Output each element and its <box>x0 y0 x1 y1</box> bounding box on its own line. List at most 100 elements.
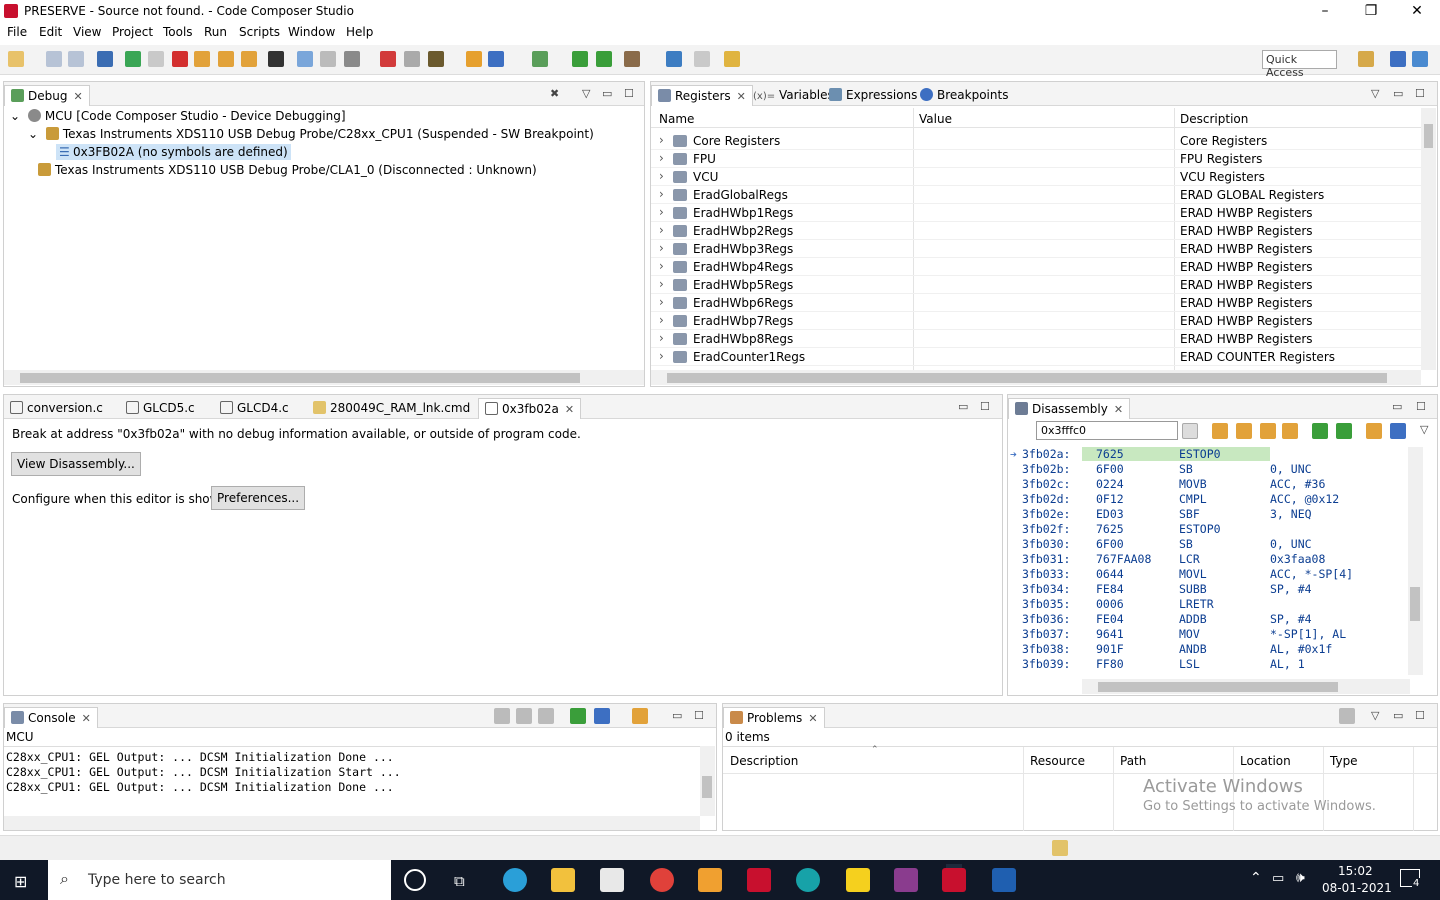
minimize-view-icon[interactable]: ▭ <box>958 400 968 413</box>
link-with-debug-icon[interactable] <box>1212 423 1228 439</box>
load-program-icon[interactable] <box>344 51 360 67</box>
disassembly-line[interactable]: 3fb02f: 7625 ESTOP0 <box>1008 522 1406 537</box>
preferences-button[interactable]: Preferences... <box>211 486 306 510</box>
disassembly-line[interactable]: 3fb035: 0006 LRETR <box>1008 597 1406 612</box>
view-disassembly-button[interactable]: View Disassembly... <box>11 452 141 476</box>
tab-expressions[interactable]: Expressions <box>823 85 923 106</box>
arduino-icon[interactable] <box>796 868 820 892</box>
network-icon[interactable]: ▭ <box>1272 871 1284 886</box>
pin-icon[interactable] <box>724 51 740 67</box>
build-icon[interactable] <box>428 51 444 67</box>
quick-access-input[interactable]: Quick Access <box>1262 50 1337 79</box>
debug-view-icon[interactable] <box>97 51 113 67</box>
register-group-row[interactable]: › VCU VCU Registers <box>651 168 1421 186</box>
save-all-icon[interactable] <box>68 51 84 67</box>
connect-icon[interactable] <box>297 51 313 67</box>
step-icon[interactable] <box>1312 423 1328 439</box>
disassembly-line[interactable]: 3fb02b: 6F00 SB 0, UNC <box>1008 462 1406 477</box>
disassembly-line[interactable]: ➔ 3fb02a: 7625 ESTOP0 <box>1008 447 1406 462</box>
register-group-row[interactable]: › EradHWbp2Regs ERAD HWBP Registers <box>651 222 1421 240</box>
registers-hscroll[interactable] <box>651 370 1421 385</box>
tree-item-stack-frame[interactable]: ☰ 0x3FB02A (no symbols are defined) <box>56 144 291 160</box>
register-group-row[interactable]: › EradCounter1Regs ERAD COUNTER Registers <box>651 348 1421 366</box>
pin-view-icon[interactable] <box>1390 423 1406 439</box>
disassembly-vscroll[interactable] <box>1408 447 1423 675</box>
maximize-button[interactable]: ❐ <box>1348 0 1394 23</box>
expand-chevron-icon[interactable]: › <box>659 331 664 345</box>
register-group-row[interactable]: › EradHWbp3Regs ERAD HWBP Registers <box>651 240 1421 258</box>
close-icon[interactable]: ✕ <box>737 90 746 103</box>
col-description[interactable]: Description <box>1180 112 1248 126</box>
step-over-assembly-icon[interactable] <box>596 51 612 67</box>
minimize-view-icon[interactable]: ▭ <box>602 87 612 100</box>
windows-start-icon[interactable]: ⊞ <box>14 872 27 891</box>
clear-console-icon[interactable] <box>494 708 510 724</box>
maximize-view-icon[interactable]: ☐ <box>980 400 990 413</box>
ccs-red-icon[interactable] <box>747 868 771 892</box>
scroll-thumb[interactable] <box>1424 124 1433 148</box>
register-group-row[interactable]: › EradHWbp6Regs ERAD HWBP Registers <box>651 294 1421 312</box>
registers-vscroll[interactable] <box>1421 108 1436 370</box>
close-icon[interactable]: ✕ <box>1114 403 1123 416</box>
edge-icon[interactable] <box>503 868 527 892</box>
resume-icon[interactable] <box>125 51 141 67</box>
menu-window[interactable]: Window <box>288 25 335 39</box>
register-group-row[interactable]: › EradHWbp5Regs ERAD HWBP Registers <box>651 276 1421 294</box>
disassembly-line[interactable]: 3fb033: 0644 MOVL ACC, *-SP[4] <box>1008 567 1406 582</box>
disassembly-line[interactable]: 3fb038: 901F ANDB AL, #0x1f <box>1008 642 1406 657</box>
terminate-icon[interactable] <box>172 51 188 67</box>
display-console-icon[interactable] <box>594 708 610 724</box>
taskbar-search[interactable]: ⌕ Type here to search <box>48 860 391 900</box>
go-icon[interactable] <box>1182 423 1198 439</box>
console-hscroll[interactable] <box>4 816 700 830</box>
file-explorer-icon[interactable] <box>551 868 575 892</box>
disassembly-line[interactable]: 3fb031: 767FAA08 LCR 0x3faa08 <box>1008 552 1406 567</box>
expand-chevron-icon[interactable]: › <box>659 151 664 165</box>
register-group-row[interactable]: › Core Registers Core Registers <box>651 132 1421 150</box>
disassembly-line[interactable]: 3fb037: 9641 MOV *-SP[1], AL <box>1008 627 1406 642</box>
menu-file[interactable]: File <box>7 25 27 39</box>
address-input[interactable]: 0x3fffc0 <box>1036 421 1178 440</box>
disconnect-icon[interactable] <box>404 51 420 67</box>
step-into-icon[interactable] <box>194 51 210 67</box>
view-menu-icon[interactable]: ▽ <box>1371 709 1379 722</box>
maximize-view-icon[interactable]: ☐ <box>1415 709 1425 722</box>
expand-chevron-icon[interactable]: › <box>659 259 664 273</box>
expand-chevron-icon[interactable]: › <box>659 313 664 327</box>
expand-chevron-icon[interactable]: › <box>659 133 664 147</box>
tree-item-cpu1[interactable]: ⌄ Texas Instruments XDS110 USB Debug Pro… <box>28 127 594 141</box>
tab-registers[interactable]: Registers ✕ <box>651 85 753 106</box>
col-name[interactable]: Name <box>659 112 694 126</box>
tools-icon[interactable] <box>624 51 640 67</box>
expand-chevron-icon[interactable]: › <box>659 169 664 183</box>
col-location[interactable]: Location <box>1240 754 1291 768</box>
maximize-view-icon[interactable]: ☐ <box>1416 400 1426 413</box>
register-group-row[interactable]: › EradHWbp8Regs ERAD HWBP Registers <box>651 330 1421 348</box>
search-icon[interactable] <box>666 51 682 67</box>
disassembly-line[interactable]: 3fb02c: 0224 MOVB ACC, #36 <box>1008 477 1406 492</box>
view-menu-icon[interactable]: ▽ <box>582 87 590 100</box>
menu-run[interactable]: Run <box>204 25 227 39</box>
minimize-view-icon[interactable]: ▭ <box>1393 87 1403 100</box>
menu-edit[interactable]: Edit <box>39 25 62 39</box>
pin-console-icon[interactable] <box>570 708 586 724</box>
task-view-icon[interactable]: ⧉ <box>454 872 465 890</box>
minimize-view-icon[interactable]: ▭ <box>672 709 682 722</box>
close-icon[interactable]: ✕ <box>565 403 574 416</box>
target-icon[interactable] <box>488 51 504 67</box>
view-menu-icon[interactable]: ▽ <box>1420 423 1428 436</box>
devcpp-icon[interactable] <box>992 868 1016 892</box>
menu-help[interactable]: Help <box>346 25 373 39</box>
ccs-edit-perspective-icon[interactable] <box>1390 51 1406 67</box>
col-value[interactable]: Value <box>919 112 952 126</box>
expand-chevron-icon[interactable]: › <box>659 223 664 237</box>
disassembly-line[interactable]: 3fb02d: 0F12 CMPL ACC, @0x12 <box>1008 492 1406 507</box>
scroll-thumb[interactable] <box>20 373 580 383</box>
disassembly-line[interactable]: 3fb030: 6F00 SB 0, UNC <box>1008 537 1406 552</box>
minimize-button[interactable]: – <box>1302 0 1348 23</box>
tab-0x3fb02a[interactable]: 0x3fb02a ✕ <box>478 398 582 419</box>
register-group-row[interactable]: › EradGlobalRegs ERAD GLOBAL Registers <box>651 186 1421 204</box>
memory-icon[interactable] <box>268 51 284 67</box>
scroll-thumb[interactable] <box>1410 587 1420 621</box>
tab-linker-cmd[interactable]: 280049C_RAM_lnk.cmd <box>307 398 476 419</box>
